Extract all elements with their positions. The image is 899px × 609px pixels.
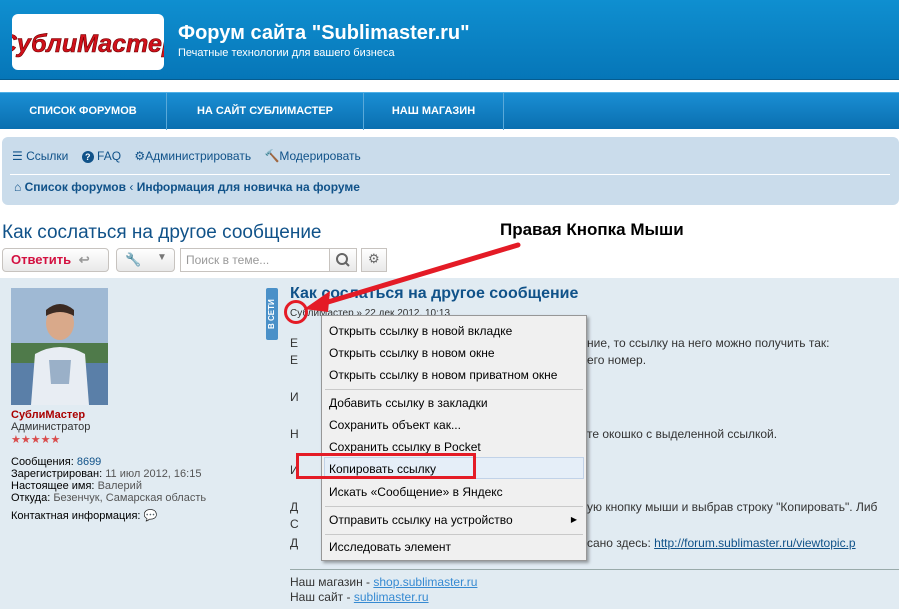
copy-link-highlight-box (296, 453, 476, 479)
post-line: Н (290, 427, 299, 441)
location-label: Откуда: (11, 492, 51, 504)
context-menu-divider (325, 389, 583, 390)
post-line: ние, то ссылку на него можно получить та… (587, 336, 830, 350)
post-line: Е (290, 353, 299, 367)
avatar (11, 288, 108, 405)
question-icon: ? (81, 151, 94, 163)
admin-link[interactable]: ⚙Администрировать (134, 149, 251, 163)
gavel-icon: 🔨 (264, 149, 280, 163)
gears-icon: ⚙ (134, 149, 146, 163)
admin-label: Администрировать (145, 149, 252, 163)
search-icon (336, 253, 350, 267)
site-description: Печатные технологии для вашего бизнеса (178, 47, 395, 59)
realname-label: Настоящее имя: (11, 480, 95, 492)
home-icon: ⌂ (14, 180, 22, 194)
messages-count[interactable]: 8699 (77, 456, 101, 468)
reply-label: Ответить (11, 252, 72, 267)
ctx-open-new-window[interactable]: Открыть ссылку в новом окне (329, 346, 495, 360)
ctx-save-pocket[interactable]: Сохранить ссылку в Pocket (329, 440, 481, 454)
site-header: СублиМастер Форум сайта "Sublimaster.ru"… (0, 0, 899, 80)
site-title: Форум сайта "Sublimaster.ru" (178, 22, 470, 44)
context-menu: Открыть ссылку в новой вкладке Открыть с… (321, 315, 587, 561)
links-label: Ссылки (26, 149, 69, 163)
post-line: Е (290, 336, 299, 350)
reply-button[interactable]: Ответить ↩ (2, 248, 109, 272)
ctx-inspect-element[interactable]: Исследовать элемент (329, 540, 451, 554)
post-icon-highlight-circle (284, 300, 308, 324)
faq-link[interactable]: ? FAQ (81, 149, 122, 163)
topic-search-input[interactable]: Поиск в теме... (180, 248, 330, 272)
submenu-arrow-icon: ▶ (570, 515, 577, 524)
navbar-divider (10, 174, 890, 175)
chevron-down-icon: ▼ (157, 252, 167, 263)
svg-text:СублиМастер: СублиМастер (12, 30, 164, 58)
registered-label: Зарегистрирован: (11, 468, 103, 480)
breadcrumb-separator-icon: ‹ (129, 180, 134, 194)
online-badge: В СЕТИ (266, 288, 278, 340)
rank-stars: ★★★★★ (11, 434, 61, 446)
ctx-open-new-tab[interactable]: Открыть ссылку в новой вкладке (329, 324, 512, 338)
site-logo[interactable]: СублиМастер (12, 14, 164, 70)
post-line: те окошко с выделенной ссылкой. (587, 427, 778, 441)
ctx-save-object[interactable]: Сохранить объект как... (329, 418, 461, 432)
faq-label: FAQ (97, 149, 122, 163)
author-name[interactable]: СублиМастер (11, 409, 85, 421)
post-line: Д (290, 500, 299, 514)
advanced-search-button[interactable]: ⚙ (361, 248, 387, 272)
breadcrumb-forum-list[interactable]: Список форумов (25, 180, 126, 194)
ctx-send-to-device[interactable]: Отправить ссылку на устройство (329, 513, 513, 527)
post-line: сано здесь: http://forum.sublimaster.ru/… (587, 536, 856, 550)
nav-main-site[interactable]: НА САЙТ СУБЛИМАСТЕР (167, 93, 364, 130)
post-line: И (290, 390, 299, 404)
signature-shop: Наш магазин - shop.sublimaster.ru (290, 575, 477, 589)
top-navigation: СПИСОК ФОРУМОВ НА САЙТ СУБЛИМАСТЕР НАШ М… (0, 92, 899, 130)
post-link[interactable]: http://forum.sublimaster.ru/viewtopic.p (654, 536, 855, 550)
post-title[interactable]: Как сослаться на другое сообщение (290, 285, 578, 303)
shop-label: Наш магазин - (290, 575, 374, 589)
moderate-link[interactable]: 🔨Модерировать (264, 149, 360, 163)
topic-tools-button[interactable]: 🔧 ▼ (116, 248, 175, 272)
location-value: Безенчук, Самарская область (53, 492, 207, 504)
menu-icon: ☰ (12, 149, 23, 163)
ctx-open-private-window[interactable]: Открыть ссылку в новом приватном окне (329, 368, 557, 382)
signature-site: Наш сайт - sublimaster.ru (290, 590, 429, 604)
breadcrumb: ⌂ Список форумов ‹ Информация для новичк… (14, 180, 360, 194)
navbar: ☰ Ссылки ? FAQ ⚙Администрировать 🔨Модери… (2, 137, 899, 205)
signature-divider (290, 569, 899, 570)
breadcrumb-forum[interactable]: Информация для новичка на форуме (137, 180, 360, 194)
realname-value: Валерий (97, 480, 142, 492)
post-line: С (290, 517, 299, 531)
site-link[interactable]: sublimaster.ru (354, 590, 429, 604)
post-line: ую кнопку мыши и выбрав строку "Копирова… (587, 500, 878, 514)
annotation-label: Правая Кнопка Мыши (500, 220, 684, 239)
author-rank: Администратор (11, 421, 91, 433)
chat-bubble-icon[interactable]: 💬 (144, 510, 158, 522)
messages-label: Сообщения: (11, 456, 74, 468)
search-button[interactable] (329, 248, 357, 272)
gear-icon: ⚙ (368, 251, 380, 266)
author-profile: Сообщения: 8699 Зарегистрирован: 11 июл … (11, 456, 206, 522)
post-line-text: сано здесь: (587, 536, 651, 550)
moderate-label: Модерировать (279, 149, 361, 163)
context-menu-divider (325, 534, 583, 535)
site-label: Наш сайт - (290, 590, 354, 604)
post-line: его номер. (587, 353, 647, 367)
ctx-search-yandex[interactable]: Искать «Сообщение» в Яндекс (329, 485, 503, 499)
topic-title[interactable]: Как сослаться на другое сообщение (2, 222, 322, 244)
reply-arrow-icon: ↩ (78, 252, 90, 267)
links-menu[interactable]: ☰ Ссылки (12, 149, 68, 163)
ctx-add-bookmark[interactable]: Добавить ссылку в закладки (329, 396, 488, 410)
registered-value: 11 июл 2012, 16:15 (105, 468, 202, 480)
context-menu-divider (325, 506, 583, 507)
nav-shop[interactable]: НАШ МАГАЗИН (364, 93, 504, 130)
quick-links: ☰ Ссылки ? FAQ ⚙Администрировать 🔨Модери… (12, 149, 371, 163)
shop-link[interactable]: shop.sublimaster.ru (373, 575, 477, 589)
wrench-icon: 🔧 (125, 252, 142, 267)
post-line: Д (290, 536, 299, 550)
nav-forum-list[interactable]: СПИСОК ФОРУМОВ (0, 93, 167, 130)
contact-label: Контактная информация: (11, 510, 141, 522)
